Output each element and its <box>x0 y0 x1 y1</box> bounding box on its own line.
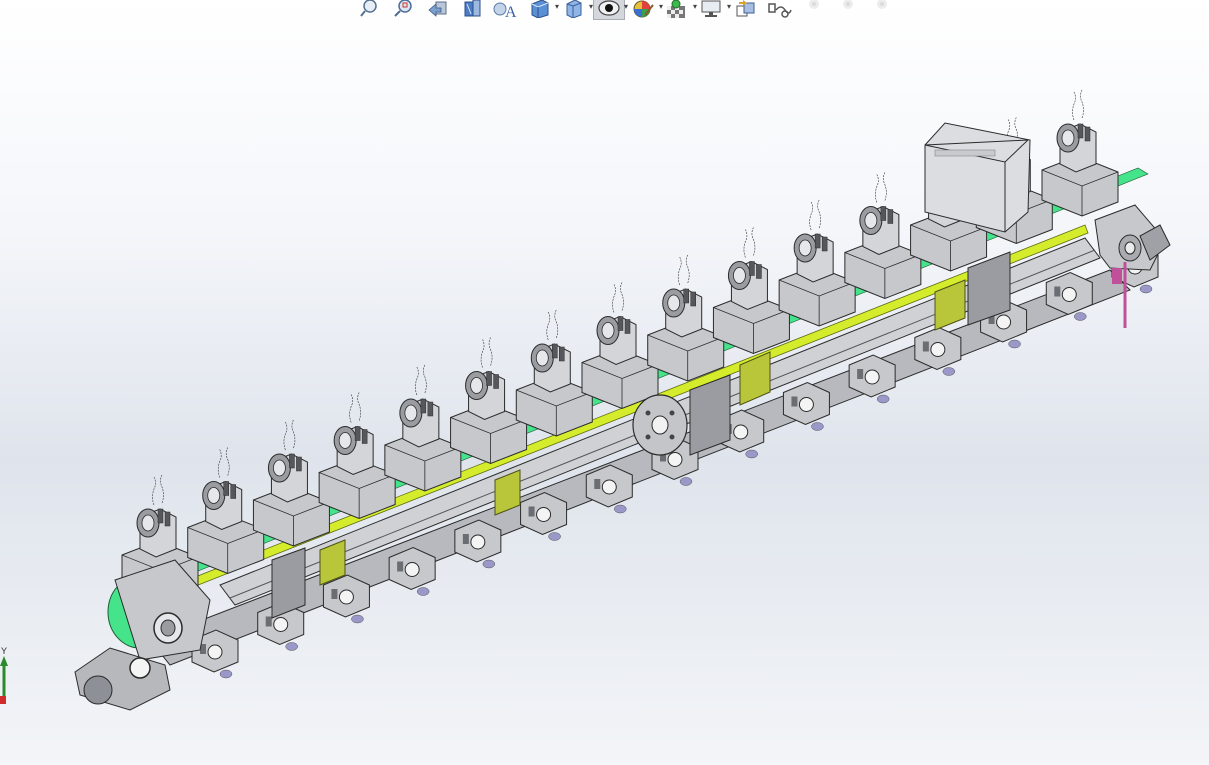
stepper-motor <box>924 122 1031 233</box>
annotation-letter: A <box>505 4 517 18</box>
disabled-icon-3 <box>877 0 887 9</box>
bearing-block <box>388 546 436 596</box>
zoom-to-fit-button[interactable] <box>355 0 385 20</box>
bearing-block <box>520 491 568 541</box>
carriage-unit <box>1041 89 1149 217</box>
previous-view-button[interactable] <box>423 0 453 20</box>
model-viewport[interactable] <box>0 20 1209 765</box>
heads-up-view-toolbar: A ▾ ▾ ▾ ▾ ▾ ▾ <box>355 0 1035 20</box>
mid-flange <box>632 394 688 456</box>
bearing-block <box>454 519 502 569</box>
triad-y-label: Y <box>1 646 8 656</box>
dynamic-annotation-views-button[interactable]: A <box>491 0 521 20</box>
apply-scene-button[interactable]: ▾ <box>663 0 697 20</box>
bearing-block <box>322 574 370 624</box>
coordinate-triad: Y <box>0 646 14 708</box>
link-button[interactable] <box>765 0 795 20</box>
rotate-view-button[interactable] <box>731 0 761 20</box>
conveyor-assembly-model <box>74 89 1171 711</box>
view-orientation-button[interactable]: ▾ <box>525 0 559 20</box>
link-icon <box>768 3 792 18</box>
edit-appearance-button[interactable]: ▾ <box>629 0 663 20</box>
display-style-icon <box>566 0 582 18</box>
zoom-to-fit-icon <box>360 0 377 17</box>
apply-scene-icon <box>667 0 685 18</box>
display-style-button[interactable]: ▾ <box>559 0 593 20</box>
view-settings-button[interactable]: ▾ <box>697 0 731 20</box>
dynamic-annotation-views-icon: A <box>493 2 517 18</box>
hide-show-items-icon <box>598 0 620 16</box>
edit-appearance-icon <box>633 0 654 18</box>
chevron-down-icon[interactable]: ▾ <box>624 2 628 11</box>
zoom-to-area-button[interactable] <box>389 0 419 20</box>
section-view-icon <box>464 0 481 17</box>
disabled-button-3 <box>867 0 897 20</box>
bearing-block <box>782 381 830 431</box>
view-settings-icon <box>701 0 721 17</box>
section-view-button[interactable] <box>457 0 487 20</box>
disabled-icon-2 <box>843 0 853 9</box>
disabled-button-1 <box>799 0 829 20</box>
right-end-coupling <box>1094 204 1171 271</box>
previous-view-icon <box>428 1 447 17</box>
disabled-button-2 <box>833 0 863 20</box>
rotate-view-icon <box>736 0 755 17</box>
bearing-block <box>585 464 633 514</box>
view-orientation-icon <box>531 0 549 18</box>
disabled-icon-1 <box>809 0 819 9</box>
triad-axis-icon <box>0 656 8 704</box>
hide-show-items-button[interactable]: ▾ <box>593 0 628 20</box>
zoom-to-area-icon <box>394 0 412 17</box>
